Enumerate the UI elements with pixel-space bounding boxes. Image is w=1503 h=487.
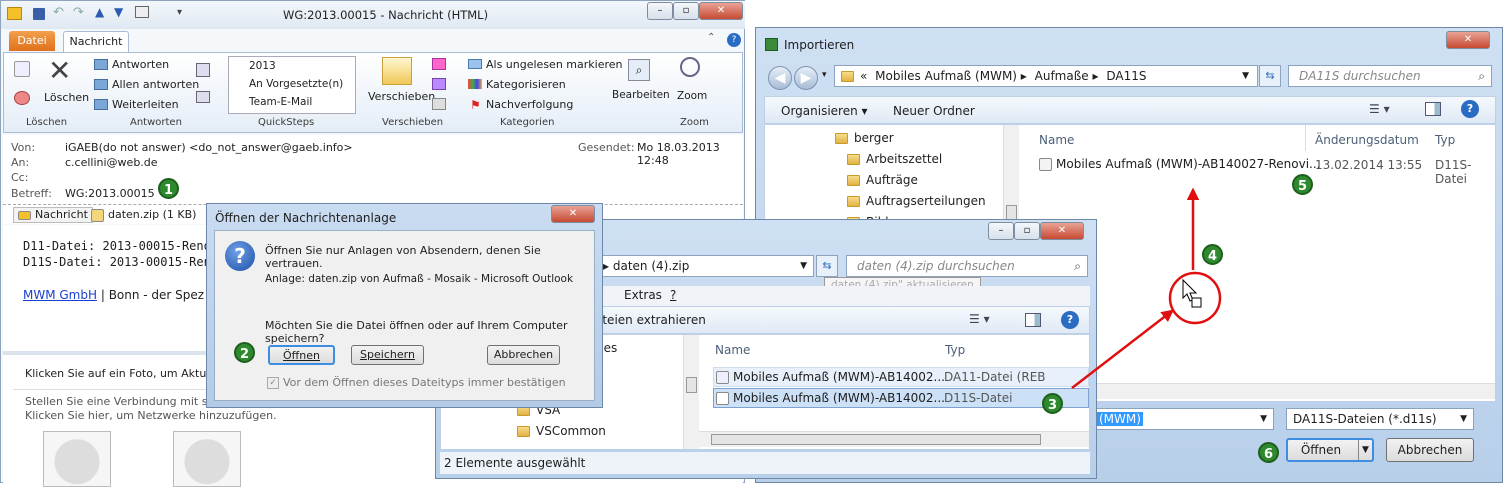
step-badge-3: 3 xyxy=(1042,393,1063,414)
annotation-overlay xyxy=(1071,187,1222,389)
step-badge-2: 2 xyxy=(234,342,255,363)
step-badge-6: 6 xyxy=(1258,442,1279,463)
step-badge-5: 5 xyxy=(1292,174,1313,195)
copy-badge-icon xyxy=(1191,297,1202,308)
step-badge-1: 1 xyxy=(158,178,179,199)
drag-arrow-line xyxy=(1071,309,1174,389)
step-badge-4: 4 xyxy=(1202,244,1223,265)
